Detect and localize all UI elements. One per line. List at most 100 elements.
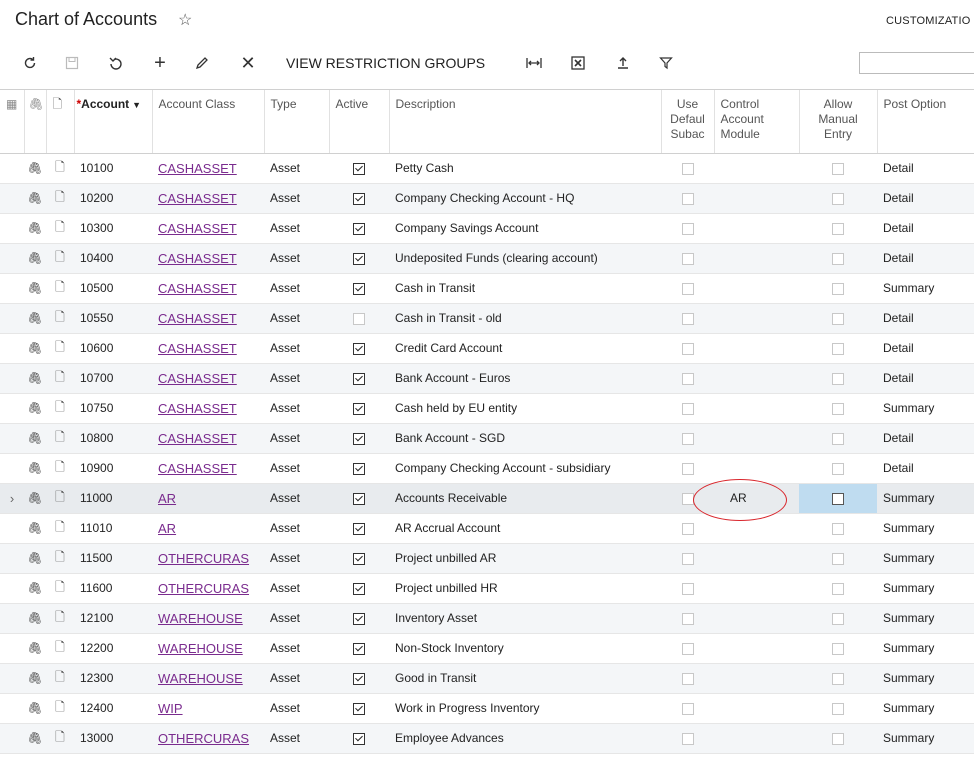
column-header-type[interactable]: Type [264, 90, 330, 154]
cell-account-class[interactable]: CASHASSET [152, 153, 264, 184]
row-attachment[interactable]: 🖇 [24, 543, 46, 574]
active-checkbox[interactable] [353, 702, 365, 715]
use-default-subacc-checkbox[interactable] [681, 162, 694, 175]
row-note[interactable]: 🗋 [46, 423, 74, 454]
delete-icon[interactable]: ✕ [238, 52, 258, 74]
cell-type[interactable]: Asset [264, 723, 329, 754]
cell-allow-manual-entry[interactable] [799, 573, 877, 604]
cell-account[interactable]: 12100 [74, 603, 152, 634]
cell-account-class[interactable]: OTHERCURAS [152, 573, 264, 604]
cell-allow-manual-entry[interactable] [799, 603, 877, 634]
cell-allow-manual-entry[interactable] [799, 483, 877, 514]
row-attachment[interactable]: 🖇 [24, 303, 46, 334]
cell-post-option[interactable]: Detail [877, 213, 974, 244]
cell-post-option[interactable]: Detail [877, 453, 974, 484]
cell-account[interactable]: 10750 [74, 393, 152, 424]
cell-type[interactable]: Asset [264, 303, 329, 334]
account-class-link[interactable]: WAREHOUSE [158, 611, 243, 626]
cell-use-default-subacc[interactable] [661, 213, 714, 244]
allow-manual-entry-checkbox[interactable] [832, 432, 844, 445]
account-class-link[interactable]: CASHASSET [158, 221, 237, 236]
allow-manual-entry-checkbox[interactable] [832, 312, 844, 325]
row-attachment[interactable]: 🖇 [24, 663, 46, 694]
active-checkbox[interactable] [353, 342, 365, 355]
active-checkbox[interactable] [353, 492, 365, 505]
cell-active[interactable] [329, 243, 389, 274]
row-selector[interactable] [0, 663, 24, 694]
cell-description[interactable]: Good in Transit [389, 663, 661, 694]
cell-account[interactable]: 10800 [74, 423, 152, 454]
column-header-post-option[interactable]: Post Option [877, 90, 974, 154]
row-selector[interactable] [0, 303, 24, 334]
allow-manual-entry-checkbox[interactable] [832, 192, 844, 205]
row-attachment[interactable]: 🖇 [24, 453, 46, 484]
cell-description[interactable]: Cash held by EU entity [389, 393, 661, 424]
row-note[interactable]: 🗋 [46, 363, 74, 394]
cell-post-option[interactable]: Summary [877, 603, 974, 634]
row-selector[interactable] [0, 273, 24, 304]
row-note[interactable]: 🗋 [46, 273, 74, 304]
customization-menu[interactable]: CUSTOMIZATIO [886, 15, 971, 27]
refresh-icon[interactable] [20, 52, 40, 74]
cell-type[interactable]: Asset [264, 363, 329, 394]
allow-manual-entry-checkbox[interactable] [832, 552, 844, 565]
cell-account-class[interactable]: CASHASSET [152, 333, 264, 364]
undo-icon[interactable] [106, 52, 126, 74]
active-checkbox[interactable] [353, 522, 365, 535]
table-row[interactable]: 🖇 🗋 10900 CASHASSET Asset Company Checking Ac… [0, 453, 974, 484]
table-row[interactable]: 🖇 🗋 10500 CASHASSET Asset Cash in Transit Summ… [0, 273, 974, 304]
account-class-link[interactable]: CASHASSET [158, 191, 237, 206]
fit-columns-icon[interactable] [524, 52, 544, 74]
cell-post-option[interactable]: Summary [877, 483, 974, 514]
use-default-subacc-checkbox[interactable] [681, 672, 694, 685]
allow-manual-entry-checkbox[interactable] [832, 462, 844, 475]
row-attachment[interactable]: 🖇 [24, 153, 46, 184]
cell-account[interactable]: 11600 [74, 573, 152, 604]
account-class-link[interactable]: CASHASSET [158, 401, 237, 416]
row-attachment[interactable]: 🖇 [24, 273, 46, 304]
active-checkbox[interactable] [353, 462, 365, 475]
use-default-subacc-checkbox[interactable] [681, 312, 694, 325]
cell-allow-manual-entry[interactable] [799, 273, 877, 304]
cell-control-account-module[interactable] [714, 333, 799, 364]
use-default-subacc-checkbox[interactable] [681, 732, 694, 745]
cell-description[interactable]: Company Savings Account [389, 213, 661, 244]
active-checkbox[interactable] [353, 162, 365, 175]
cell-account[interactable]: 10550 [74, 303, 152, 334]
cell-allow-manual-entry[interactable] [799, 663, 877, 694]
cell-active[interactable] [329, 153, 389, 184]
cell-active[interactable] [329, 723, 389, 754]
row-selector[interactable] [0, 633, 24, 664]
allow-manual-entry-checkbox[interactable] [832, 582, 844, 595]
row-note[interactable]: 🗋 [46, 663, 74, 694]
cell-post-option[interactable]: Summary [877, 393, 974, 424]
cell-control-account-module[interactable] [714, 513, 799, 544]
row-selector[interactable] [0, 573, 24, 604]
table-row[interactable]: 🖇 🗋 12200 WAREHOUSE Asset Non-Stock Inventory… [0, 633, 974, 664]
cell-type[interactable]: Asset [264, 393, 329, 424]
cell-account-class[interactable]: WAREHOUSE [152, 603, 264, 634]
cell-description[interactable]: Non-Stock Inventory [389, 633, 661, 664]
row-selector[interactable] [0, 543, 24, 574]
cell-account-class[interactable]: WAREHOUSE [152, 663, 264, 694]
use-default-subacc-checkbox[interactable] [681, 522, 694, 535]
cell-post-option[interactable]: Summary [877, 723, 974, 754]
cell-use-default-subacc[interactable] [661, 153, 714, 184]
cell-account-class[interactable]: CASHASSET [152, 213, 264, 244]
allow-manual-entry-checkbox[interactable] [832, 222, 844, 235]
account-class-link[interactable]: OTHERCURAS [158, 581, 249, 596]
active-checkbox[interactable] [353, 432, 365, 445]
cell-account-class[interactable]: CASHASSET [152, 273, 264, 304]
row-attachment[interactable]: 🖇 [24, 213, 46, 244]
cell-allow-manual-entry[interactable] [799, 153, 877, 184]
cell-use-default-subacc[interactable] [661, 333, 714, 364]
active-checkbox[interactable] [353, 192, 365, 205]
row-note[interactable]: 🗋 [46, 303, 74, 334]
cell-type[interactable]: Asset [264, 603, 329, 634]
row-attachment[interactable]: 🖇 [24, 333, 46, 364]
cell-post-option[interactable]: Summary [877, 633, 974, 664]
cell-account[interactable]: 10600 [74, 333, 152, 364]
cell-type[interactable]: Asset [264, 243, 329, 274]
table-row[interactable]: 🖇 🗋 10100 CASHASSET Asset Petty Cash Detail [0, 153, 974, 184]
cell-account-class[interactable]: CASHASSET [152, 453, 264, 484]
